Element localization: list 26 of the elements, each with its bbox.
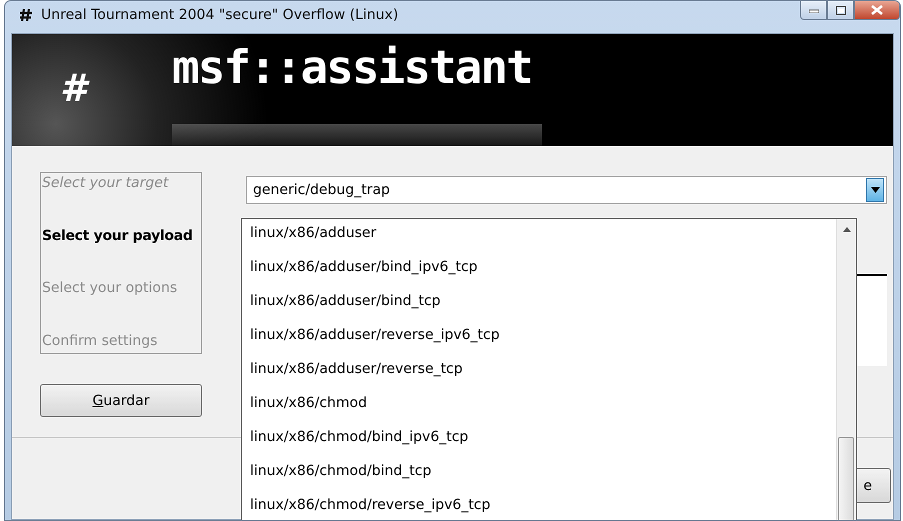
close-button[interactable] [854, 1, 900, 20]
maximize-icon [836, 6, 846, 14]
window-title: Unreal Tournament 2004 "secure" Overflow (Linux) [41, 7, 398, 23]
minimize-button[interactable] [800, 1, 827, 20]
dropdown-arrow-icon [870, 187, 880, 193]
step-label: Confirm settings [42, 332, 158, 349]
dropdown-item[interactable]: linux/x86/adduser/bind_ipv6_tcp [250, 256, 836, 278]
scrollbar[interactable] [836, 219, 856, 520]
step-label: Select your target [42, 175, 170, 191]
step-label: Select your payload [42, 228, 194, 244]
dropdown-item[interactable]: linux/x86/adduser/reverse_tcp [250, 358, 836, 380]
hash-icon [19, 8, 33, 22]
minimize-icon [808, 7, 818, 13]
save-button[interactable]: Guardar [40, 384, 202, 417]
dropdown-item[interactable]: linux/x86/adduser/reverse_ipv6_tcp [250, 324, 836, 346]
scroll-up-icon [842, 227, 850, 232]
dropdown-item[interactable]: linux/x86/chmod/bind_ipv6_tcp [250, 426, 836, 448]
dropdown-item[interactable]: linux/x86/chmod [250, 392, 836, 414]
scroll-thumb[interactable] [838, 437, 854, 520]
close-icon [871, 5, 883, 15]
dropdown-item[interactable]: linux/x86/adduser/bind_tcp [250, 290, 836, 312]
dropdown-item[interactable]: linux/x86/adduser [250, 222, 836, 244]
payload-dropdown[interactable]: generic/debug_trap [246, 176, 887, 204]
logo-text: msf::assistant [172, 40, 532, 94]
maximize-button[interactable] [827, 1, 854, 20]
step-label: Select your options [42, 280, 178, 296]
